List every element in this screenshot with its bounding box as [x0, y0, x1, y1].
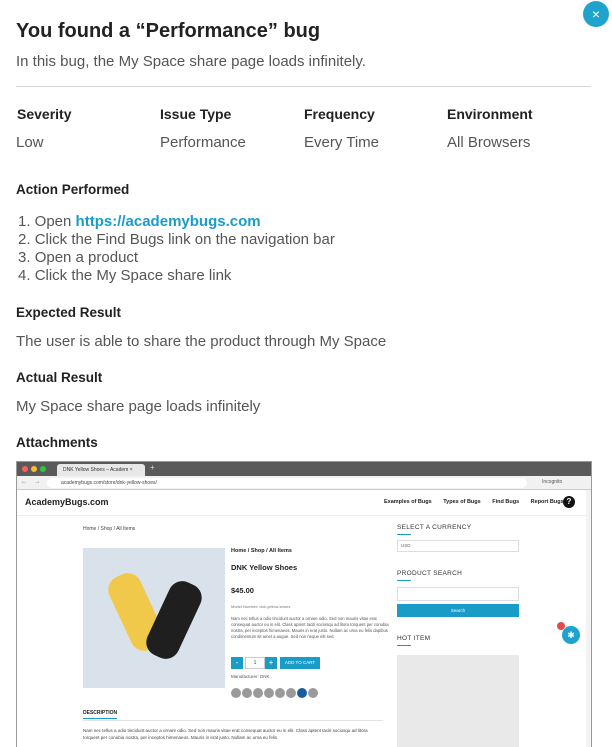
description-divider — [83, 720, 383, 721]
nav-types: Types of Bugs — [443, 499, 481, 505]
linkedin-share-icon — [286, 688, 296, 698]
new-tab-icon: + — [150, 463, 155, 472]
bug-title: You found a “Performance” bug — [16, 20, 321, 42]
meta-value-severity: Low — [16, 134, 44, 151]
action-heading: Action Performed — [16, 182, 130, 197]
qty-plus-button: + — [265, 657, 277, 669]
twitter-share-icon — [242, 688, 252, 698]
incognito-indicator: Incognito — [542, 479, 563, 485]
hot-item-image — [397, 655, 519, 747]
google-share-icon — [275, 688, 285, 698]
actual-text: My Space share page loads infinitely — [16, 398, 261, 415]
meta-label-severity: Severity — [17, 106, 72, 122]
description-tab: DESCRIPTION — [83, 710, 118, 719]
more-share-icon — [308, 688, 318, 698]
academybugs-link[interactable]: https://academybugs.com — [76, 213, 261, 230]
product-image — [83, 548, 225, 688]
product-model: Model Number: dnk-yellow-shoes — [231, 604, 291, 609]
step-3: 3. Open a product — [18, 249, 139, 266]
email-share-icon — [253, 688, 263, 698]
search-heading: PRODUCT SEARCH — [397, 570, 463, 577]
currency-heading: SELECT A CURRENCY — [397, 524, 472, 531]
help-icon: ? — [563, 496, 575, 508]
qty-field: 1 — [245, 657, 265, 669]
window-maximize-dot — [40, 466, 46, 472]
meta-label-environment: Environment — [447, 106, 533, 122]
description-text: Nam nec tellus a odio tincidunt auctor a… — [83, 728, 368, 740]
hot-item-underline — [397, 645, 411, 646]
steps-list: 1. Open https://academybugs.com 2. Click… — [18, 213, 335, 285]
share-icons — [231, 685, 319, 698]
add-to-cart-button: ADD TO CART — [280, 657, 320, 669]
nav-examples: Examples of Bugs — [384, 499, 432, 505]
attachments-heading: Attachments — [16, 435, 98, 450]
product-name: DNK Yellow Shoes — [231, 563, 298, 572]
search-button: Search — [397, 604, 519, 617]
meta-value-frequency: Every Time — [304, 134, 380, 151]
site-header: AcademyBugs.com Examples of Bugs Types o… — [17, 490, 591, 516]
tab-close-icon: × — [129, 467, 133, 473]
product-price: $45.00 — [231, 586, 254, 595]
hot-item-heading: HOT ITEM — [397, 635, 431, 642]
site-nav: Examples of Bugs Types of Bugs Find Bugs… — [384, 499, 574, 505]
site-breadcrumb: Home / Shop / All Items — [83, 526, 136, 532]
header-divider — [16, 86, 591, 87]
myspace-share-icon — [297, 688, 307, 698]
currency-select: USD — [397, 540, 519, 552]
expected-heading: Expected Result — [16, 305, 122, 320]
meta-label-issue-type: Issue Type — [160, 106, 232, 122]
nav-find: Find Bugs — [492, 499, 520, 505]
step-1: 1. Open https://academybugs.com — [18, 213, 261, 230]
expected-text: The user is able to share the product th… — [16, 333, 387, 350]
qty-minus-button: - — [231, 657, 243, 669]
window-close-dot — [22, 466, 28, 472]
meta-label-frequency: Frequency — [304, 106, 375, 122]
site-logo: AcademyBugs.com — [25, 497, 109, 507]
bug-subtitle: In this bug, the My Space share page loa… — [16, 53, 366, 70]
browser-tab-strip: DNK Yellow Shoes – Academ × + — [17, 462, 591, 476]
facebook-share-icon — [231, 688, 241, 698]
bug-widget-icon: ✱ — [562, 626, 580, 644]
close-button[interactable]: × — [583, 1, 609, 27]
meta-value-issue-type: Performance — [160, 134, 246, 151]
actual-heading: Actual Result — [16, 370, 103, 385]
nav-report: Report Bugs — [530, 499, 564, 505]
browser-tab: DNK Yellow Shoes – Academ × — [57, 464, 145, 476]
url-field: academybugs.com/store/dnk-yellow-shoes/ — [47, 478, 527, 488]
browser-address-bar: ← → C academybugs.com/store/dnk-yellow-s… — [17, 476, 591, 490]
product-manufacturer: Manufacturer: DNK — [231, 674, 270, 679]
product-short-description: Nam nec tellus a odio tincidunt auctor a… — [231, 616, 389, 639]
currency-underline — [397, 534, 411, 535]
attachment-screenshot[interactable]: DNK Yellow Shoes – Academ × + ← → C acad… — [16, 461, 592, 747]
pinterest-share-icon — [264, 688, 274, 698]
window-minimize-dot — [31, 466, 37, 472]
page-scrollbar — [586, 490, 591, 747]
product-breadcrumb: Home / Shop / All Items — [231, 548, 292, 554]
step-2: 2. Click the Find Bugs link on the navig… — [18, 231, 335, 248]
search-underline — [397, 580, 411, 581]
product-search-input — [397, 587, 519, 601]
step-4: 4. Click the My Space share link — [18, 267, 232, 284]
meta-value-environment: All Browsers — [447, 134, 531, 151]
